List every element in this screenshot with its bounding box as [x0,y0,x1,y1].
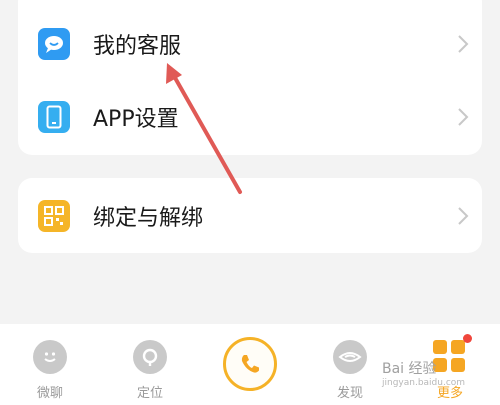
watermark-logo: Bai 经验 [382,361,437,377]
customer-service-row[interactable]: 我的客服 [18,6,482,82]
app-settings-label: APP设置 [93,107,179,132]
more-grid-icon [433,340,467,374]
chat-bubble-icon [38,28,70,60]
phone-device-icon [38,101,70,133]
chevron-right-icon [458,35,469,53]
notification-dot [463,334,472,343]
smiley-chat-icon [33,340,67,374]
watermark-url: jingyan.baidu.com [382,378,466,388]
qr-code-icon [38,200,70,232]
customer-service-label: 我的客服 [93,34,182,59]
tab-location-label: 定位 [136,386,163,401]
tab-location[interactable]: 定位 [110,324,190,405]
discover-eye-icon [333,340,367,374]
bind-card: 绑定与解绑 [18,178,482,253]
call-button[interactable] [223,337,277,391]
location-pin-icon [133,340,167,374]
app-settings-row[interactable]: APP设置 [18,79,482,155]
tab-chat[interactable]: 微聊 [10,324,90,405]
phone-icon [241,355,259,373]
tab-chat-label: 微聊 [36,386,63,401]
bind-unbind-label: 绑定与解绑 [93,206,204,231]
bind-unbind-row[interactable]: 绑定与解绑 [18,178,482,254]
chevron-right-icon [458,108,469,126]
tab-discover[interactable]: 发现 [310,324,390,405]
tab-discover-label: 发现 [336,386,363,401]
chevron-right-icon [458,207,469,225]
settings-card: 我的客服 APP设置 [18,0,482,155]
